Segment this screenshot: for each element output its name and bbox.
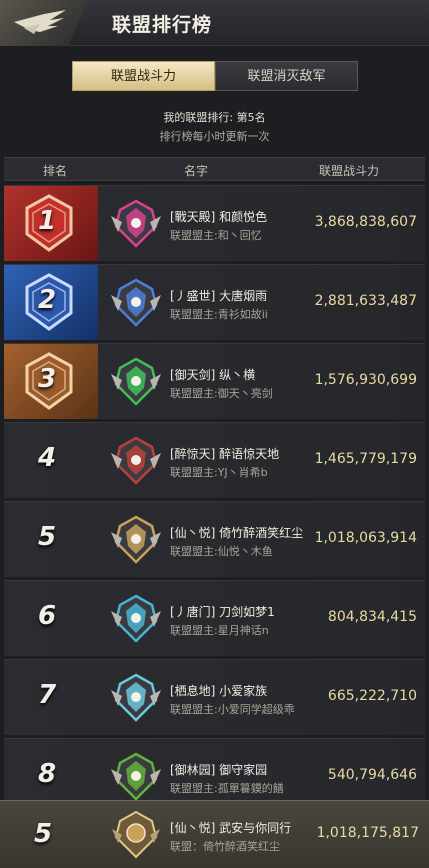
alliance-name: [醉惊天] 醉语惊天地	[170, 447, 280, 461]
rank-number: 1	[37, 206, 57, 236]
column-header: 排名 名字 联盟战斗力	[4, 157, 425, 181]
alliance-name: [丿唐门] 刀剑如梦1	[170, 605, 275, 619]
rank-cell: 4	[4, 423, 98, 498]
alliance-leader: 联盟盟主:孤單籑鏌的饍	[170, 782, 284, 795]
rank-badge-plate: 1	[4, 186, 98, 261]
my-alliance-rank: 我的联盟排行: 第5名	[163, 111, 266, 124]
alliance-power: 2,881,633,487	[314, 293, 417, 309]
own-alliance-row[interactable]: 5 [仙丶悦] 武安与你同行 联盟：倚竹醉酒笑红尘 1,018,175,817	[0, 800, 429, 868]
rank-number: 3	[37, 364, 57, 394]
rank-cell: 5	[4, 502, 98, 577]
back-button[interactable]	[0, 0, 88, 46]
winged-emblem-icon	[14, 10, 66, 34]
alliance-emblem-icon	[111, 199, 161, 248]
update-note: 排行榜每小时更新一次	[159, 130, 270, 143]
alliance-leader: 联盟盟主:星月神话n	[170, 624, 269, 637]
rank-cell: 7	[4, 660, 98, 735]
alliance-name: [仙丶悦] 倚竹醉酒笑红尘	[170, 526, 304, 540]
leaderboard-row[interactable]: 3 [御天剑] 纵丶横联盟盟主:御天丶亮剑 1,576,930,699	[4, 343, 425, 419]
col-power: 联盟战斗力	[319, 164, 380, 178]
rank-number: 2	[37, 285, 57, 315]
leaderboard-row[interactable]: 7 [栖息地] 小爱家族联盟盟主:小爱同学超级乖 665,222,710	[4, 659, 425, 735]
alliance-power: 540,794,646	[327, 767, 417, 783]
alliance-emblem-icon	[111, 278, 161, 327]
alliance-power: 1,465,779,179	[314, 451, 417, 467]
alliance-name: [御林园] 御守家园	[170, 763, 268, 777]
alliance-name: [御天剑] 纵丶横	[170, 368, 256, 382]
rank-number: 6	[37, 601, 57, 631]
alliance-emblem-icon	[111, 515, 161, 564]
col-rank: 排名	[43, 164, 68, 178]
alliance-name: [仙丶悦] 武安与你同行	[170, 821, 292, 835]
tab-alliance-kills[interactable]: 联盟消灭敌军	[215, 61, 358, 91]
alliance-leader: 联盟盟主:御天丶亮剑	[170, 387, 273, 400]
alliance-power: 3,868,838,607	[314, 214, 417, 230]
leaderboard-row[interactable]: 6 [丿唐门] 刀剑如梦1 联盟盟主:星月神话n 804,834,415	[4, 580, 425, 656]
rank-cell: 6	[4, 581, 98, 656]
leaderboard-row[interactable]: 5 [仙丶悦] 倚竹醉酒笑红尘 联盟盟主:仙悦丶木鱼 1,018,063,914	[4, 501, 425, 577]
alliance-power: 665,222,710	[327, 688, 417, 704]
rank-number: 8	[37, 759, 57, 789]
alliance-emblem-icon	[111, 594, 161, 643]
alliance-emblem-icon	[111, 752, 161, 801]
alliance-power: 1,018,175,817	[316, 825, 419, 841]
rank-number: 5	[33, 819, 53, 849]
rank-badge-plate: 2	[4, 265, 98, 340]
alliance-leader: 联盟盟主:仙悦丶木鱼	[170, 545, 273, 558]
rank-number: 5	[37, 522, 57, 552]
page-title: 联盟排行榜	[112, 14, 213, 36]
leaderboard-row[interactable]: 2 [丿盛世] 大唐烟雨 联盟盟主:青衫如故ii 2,881,633,487	[4, 264, 425, 340]
alliance-leader: 联盟盟主:青衫如故ii	[170, 308, 268, 321]
alliance-emblem-icon	[112, 810, 160, 859]
leaderboard-row[interactable]: 4 [醉惊天] 醉语惊天地 联盟盟主:YJ丶肖希b 1,465,779,179	[4, 422, 425, 498]
tab-alliance-power[interactable]: 联盟战斗力	[72, 61, 215, 91]
title-bar: 联盟排行榜	[0, 0, 429, 46]
alliance-leader: 联盟盟主:小爱同学超级乖	[170, 703, 295, 716]
alliance-name: [丿盛世] 大唐烟雨	[170, 289, 268, 303]
alliance-emblem-icon	[111, 357, 161, 406]
alliance-power: 1,576,930,699	[314, 372, 417, 388]
alliance-emblem-icon	[111, 436, 161, 485]
rank-badge-plate: 3	[4, 344, 98, 419]
leaderboard-row[interactable]: 1 [戰天殿] 和颜悦色 联盟盟主:和丶回忆 3,868,838,607	[4, 185, 425, 261]
tab-bar: 联盟战斗力 联盟消灭敌军	[72, 61, 358, 91]
alliance-leader: 联盟盟主:YJ丶肖希b	[170, 466, 268, 479]
rank-number: 4	[37, 443, 57, 473]
alliance-leader: 联盟盟主:和丶回忆	[170, 229, 262, 242]
alliance-power: 804,834,415	[327, 609, 417, 625]
alliance-emblem-icon	[111, 673, 161, 722]
col-name: 名字	[184, 164, 209, 178]
alliance-power: 1,018,063,914	[314, 530, 417, 546]
alliance-leader: 联盟：倚竹醉酒笑红尘	[170, 840, 280, 853]
rank-number: 7	[37, 680, 57, 710]
alliance-name: [栖息地] 小爱家族	[170, 684, 268, 698]
alliance-name: [戰天殿] 和颜悦色	[170, 210, 268, 224]
